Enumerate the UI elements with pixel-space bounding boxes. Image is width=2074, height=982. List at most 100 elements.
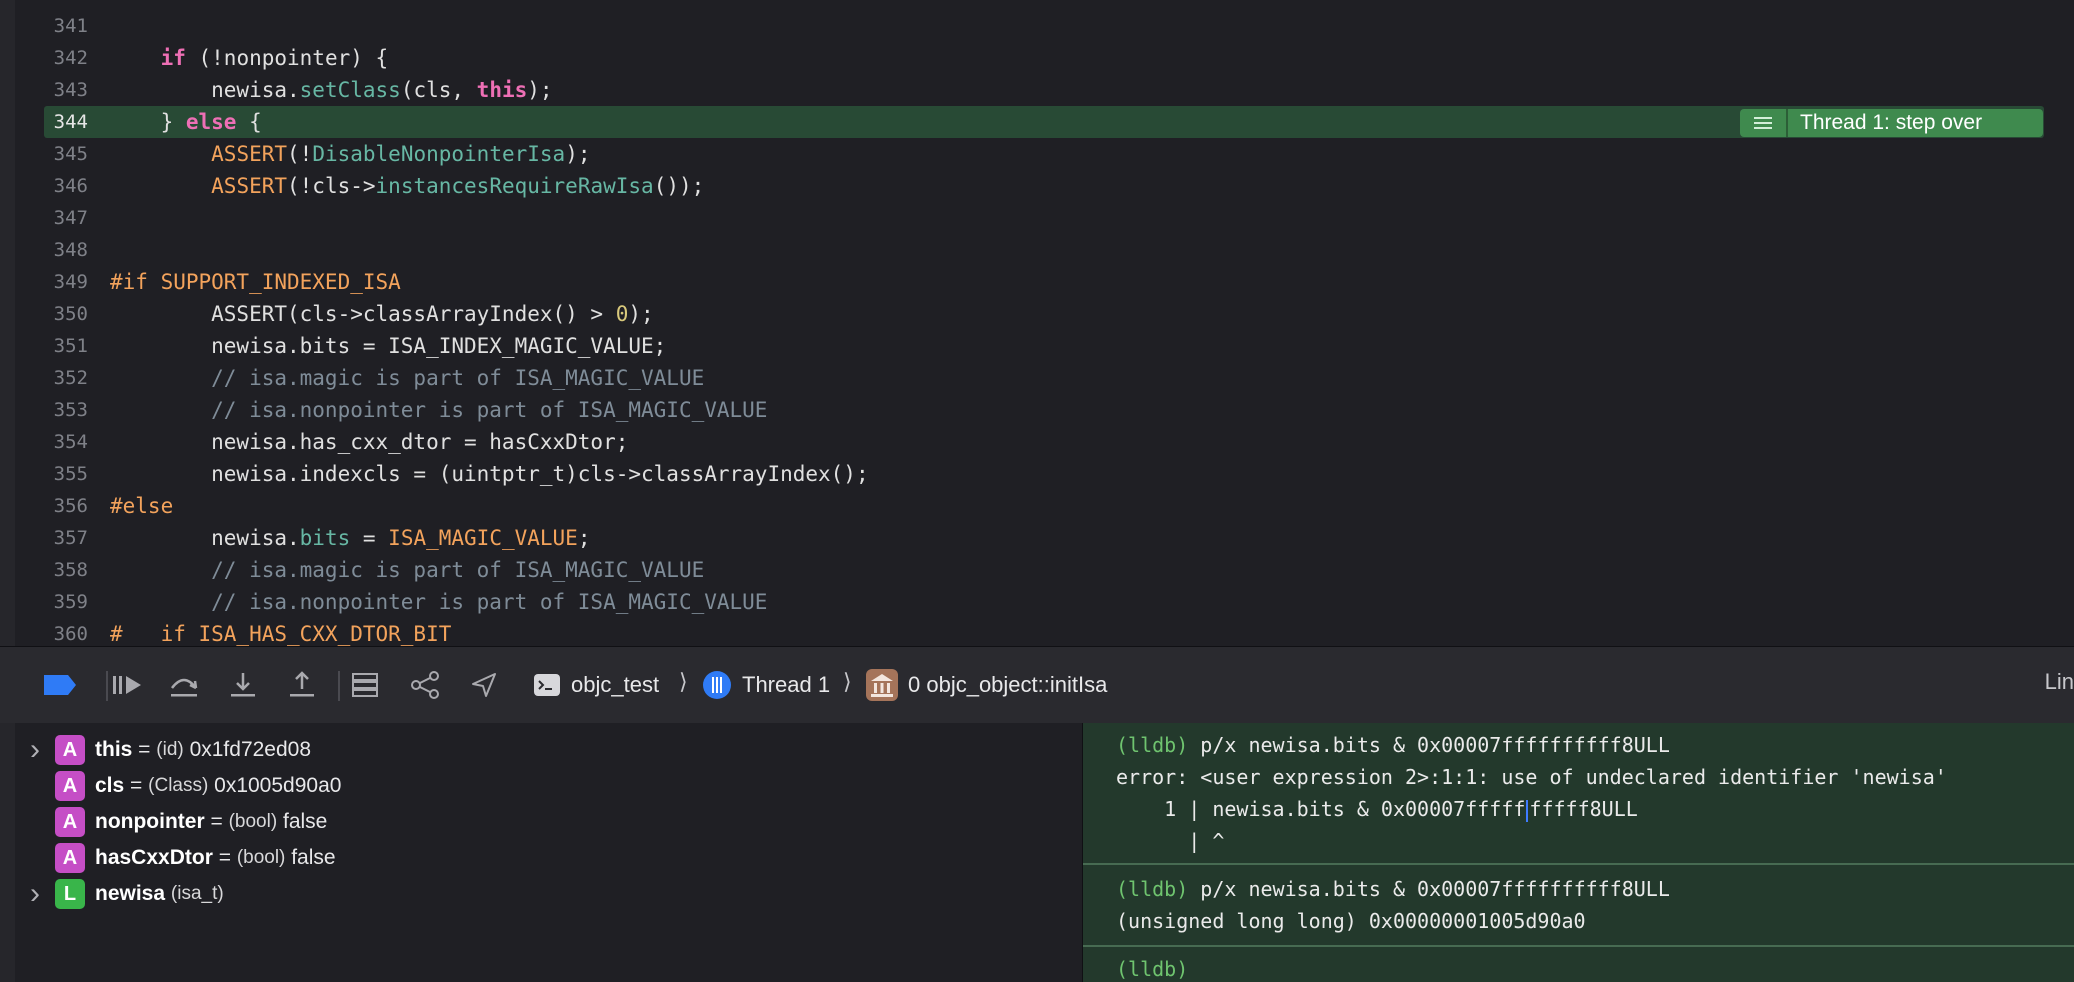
console-command: p/x newisa.bits & 0x00007ffffffffff8ULL (1188, 877, 1670, 901)
echo-part-b: fffff8ULL (1529, 797, 1638, 821)
line-number: 342 (53, 47, 88, 69)
code-line[interactable]: 350 ASSERT(cls->classArrayIndex() > 0); (0, 298, 2074, 330)
code-line[interactable]: 351 newisa.bits = ISA_INDEX_MAGIC_VALUE; (0, 330, 2074, 362)
code-line[interactable]: 345 ASSERT(!DisableNonpointerIsa); (0, 138, 2074, 170)
code-token: ISA_MAGIC_VALUE (388, 526, 578, 550)
variable-value: false (277, 810, 328, 833)
code-text: # if ISA_HAS_CXX_DTOR_BIT (110, 618, 451, 646)
scheme-label: objc_test (571, 672, 660, 697)
variable-value: 0x1fd72ed08 (183, 738, 312, 761)
variable-row[interactable]: › Athis = (id) 0x1fd72ed08 (15, 733, 311, 767)
code-token: (!cls-> (287, 174, 376, 198)
code-token: newisa.has_cxx_dtor = hasCxxDtor; (110, 430, 629, 454)
code-token: ASSERT (211, 142, 288, 166)
frame-label: 0 objc_object::initIsa (908, 672, 1108, 697)
code-line[interactable]: 356 #else (0, 490, 2074, 522)
code-text: newisa.bits = ISA_MAGIC_VALUE; (110, 522, 590, 554)
code-token: } (110, 110, 186, 134)
breadcrumb-scheme[interactable]: objc_test (533, 647, 659, 723)
lldb-prompt: (lldb) (1116, 877, 1189, 901)
console-command: p/x newisa.bits & 0x00007ffffffffff8ULL (1188, 733, 1670, 757)
code-token: setClass (299, 78, 401, 102)
source-editor[interactable]: 341 342 if (!nonpointer) {343 newisa.setC… (0, 0, 2074, 646)
line-number: 341 (53, 15, 88, 37)
code-token: if (160, 46, 186, 70)
variable-row[interactable]: › Lnewisa (isa_t) (15, 877, 224, 911)
console-echo-line: 1 | newisa.bits & 0x00007fffff fffff8ULL (1116, 793, 1638, 825)
code-text: newisa.indexcls = (uintptr_t)cls->classA… (110, 458, 868, 490)
code-line[interactable]: 358 // isa.magic is part of ISA_MAGIC_VA… (0, 554, 2074, 586)
console-marker-line: | ^ (1116, 829, 1225, 853)
separator (106, 671, 108, 701)
variable-name: cls (95, 774, 125, 797)
variable-row[interactable]: AhasCxxDtor = (bool) false (15, 841, 336, 875)
code-line[interactable]: 353 // isa.nonpointer is part of ISA_MAG… (0, 394, 2074, 426)
disclosure-triangle-icon[interactable]: › (15, 877, 55, 911)
code-token: ASSERT (211, 174, 288, 198)
code-token: ); (628, 302, 654, 326)
breadcrumb-frame[interactable]: 0 objc_object::initIsa (866, 647, 1107, 723)
variable-type: (bool) (236, 847, 286, 868)
code-token: (!nonpointer) { (185, 46, 389, 70)
argument-badge-icon: A (55, 843, 85, 873)
step-out-icon[interactable] (287, 667, 317, 703)
code-line[interactable]: 348 (0, 234, 2074, 266)
view-hierarchy-icon[interactable] (350, 667, 380, 703)
code-line[interactable]: 354 newisa.has_cxx_dtor = hasCxxDtor; (0, 426, 2074, 458)
line-number: 347 (53, 207, 88, 229)
code-line[interactable]: 346 ASSERT(!cls->instancesRequireRawIsa(… (0, 170, 2074, 202)
lldb-console[interactable]: (lldb) p/x newisa.bits & 0x00007ffffffff… (1082, 723, 2074, 982)
code-line[interactable]: 357 newisa.bits = ISA_MAGIC_VALUE; (0, 522, 2074, 554)
code-token: // isa.magic is part of ISA_MAGIC_VALUE (110, 366, 705, 390)
thread-icon (703, 671, 731, 699)
code-token: (! (287, 142, 313, 166)
hamburger-icon[interactable] (1740, 109, 1788, 137)
code-token: DisableNonpointerIsa (312, 142, 566, 166)
variable-row[interactable]: Acls = (Class) 0x1005d90a0 (15, 769, 341, 803)
code-line[interactable]: 349 #if SUPPORT_INDEXED_ISA (0, 266, 2074, 298)
variable-type: (id) (156, 739, 184, 760)
line-number: 353 (53, 399, 88, 421)
memory-graph-icon[interactable] (410, 667, 440, 703)
code-text: } else { (110, 106, 262, 138)
code-token: ); (527, 78, 553, 102)
breadcrumb-thread[interactable]: Thread 1 (702, 647, 830, 723)
console-entry: (lldb) p/x newisa.bits & 0x00007ffffffff… (1083, 865, 2074, 947)
code-token: newisa.bits = ISA_INDEX_MAGIC_VALUE; (110, 334, 667, 358)
code-text: // isa.nonpointer is part of ISA_MAGIC_V… (110, 586, 767, 618)
argument-badge-icon: A (55, 807, 85, 837)
stack-frame-icon (866, 669, 898, 701)
line-number: 344 (53, 111, 88, 133)
disclosure-triangle-icon[interactable]: › (15, 733, 55, 767)
code-line[interactable]: 359 // isa.nonpointer is part of ISA_MAG… (0, 586, 2074, 618)
local-badge-icon: L (55, 879, 85, 909)
step-into-icon[interactable] (228, 667, 258, 703)
code-line[interactable]: 341 (0, 10, 2074, 42)
code-line[interactable]: 352 // isa.magic is part of ISA_MAGIC_VA… (0, 362, 2074, 394)
variable-row[interactable]: Anonpointer = (bool) false (15, 805, 327, 839)
code-line[interactable]: 355 newisa.indexcls = (uintptr_t)cls->cl… (0, 458, 2074, 490)
code-text: ASSERT(cls->classArrayIndex() > 0); (110, 298, 654, 330)
simulate-location-icon[interactable] (470, 667, 498, 703)
code-text: ASSERT(!cls->instancesRequireRawIsa()); (110, 170, 704, 202)
line-number: 358 (53, 559, 88, 581)
code-line[interactable]: 347 (0, 202, 2074, 234)
line-number: 356 (53, 495, 88, 517)
continue-icon[interactable] (110, 667, 144, 703)
code-line[interactable]: 343 newisa.setClass(cls, this); (0, 74, 2074, 106)
thread-label: Thread 1 (742, 672, 831, 697)
step-over-icon[interactable] (168, 667, 200, 703)
code-line[interactable]: 360 # if ISA_HAS_CXX_DTOR_BIT (0, 618, 2074, 646)
code-token: #else (110, 494, 174, 518)
line-number: 343 (53, 79, 88, 101)
code-line[interactable]: 342 if (!nonpointer) { (0, 42, 2074, 74)
console-error: error: <user expression 2>:1:1: use of u… (1116, 765, 1947, 789)
code-token: ; (577, 526, 591, 550)
variable-name: hasCxxDtor (95, 846, 213, 869)
line-number: 360 (53, 623, 88, 645)
breakpoints-toggle-icon[interactable] (40, 667, 80, 703)
thread-step-badge[interactable]: Thread 1: step over (1740, 109, 2043, 137)
